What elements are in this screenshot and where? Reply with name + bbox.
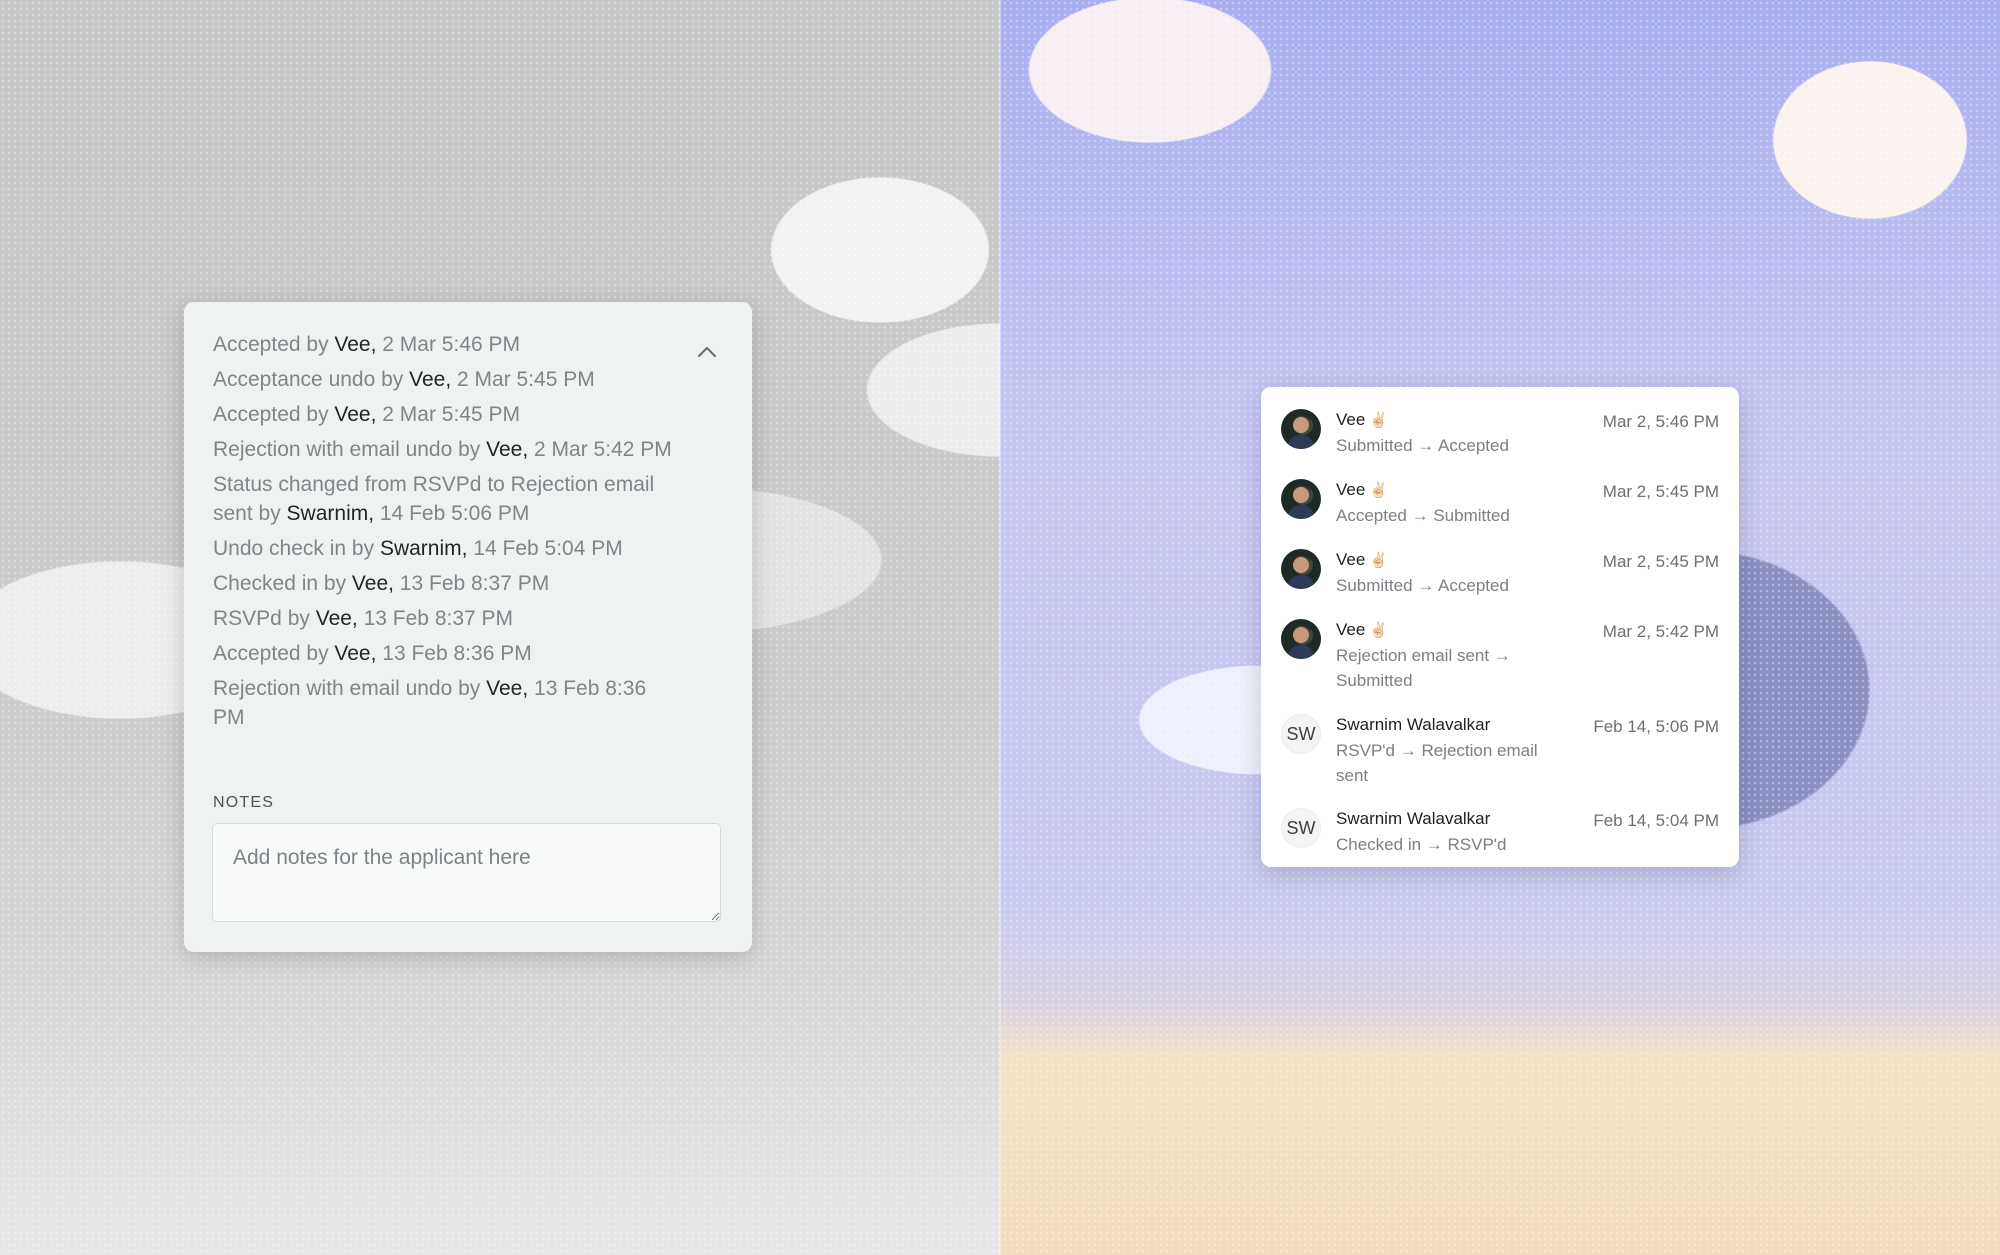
avatar <box>1281 549 1321 589</box>
history-author: Vee ✌🏻 <box>1336 620 1388 639</box>
activity-log-list: Accepted by Vee, 2 Mar 5:46 PM Acceptanc… <box>213 330 683 732</box>
avatar: SW <box>1281 808 1321 848</box>
log-entry: Accepted by Vee, 2 Mar 5:45 PM <box>213 403 521 426</box>
history-timestamp: Mar 2, 5:42 PM <box>1602 622 1719 641</box>
avatar-photo-icon <box>1287 624 1315 659</box>
history-change: Rejection email sent → Submitted <box>1336 646 1511 690</box>
collapse-button[interactable] <box>689 336 725 368</box>
avatar-photo-icon <box>1287 484 1315 519</box>
history-author: Vee ✌🏻 <box>1336 410 1388 429</box>
log-entry: Accepted by Vee, 13 Feb 8:36 PM <box>213 642 532 665</box>
log-entry: RSVPd by Vee, 13 Feb 8:37 PM <box>213 607 514 630</box>
avatar <box>1281 409 1321 449</box>
avatar <box>1281 479 1321 519</box>
chevron-up-icon <box>697 346 717 358</box>
history-change: Accepted → Submitted <box>1336 506 1510 525</box>
notes-textarea[interactable] <box>212 823 721 922</box>
history-author: Swarnim Walavalkar <box>1336 809 1491 828</box>
history-change: Submitted → Accepted <box>1336 576 1509 595</box>
notes-label: NOTES <box>213 794 275 811</box>
history-timestamp: Mar 2, 5:45 PM <box>1602 482 1719 501</box>
log-entry: Acceptance undo by Vee, 2 Mar 5:45 PM <box>213 368 595 391</box>
log-entry: Accepted by Vee, 2 Mar 5:46 PM <box>213 333 521 356</box>
avatar-photo-icon <box>1287 554 1315 589</box>
history-author: Vee ✌🏻 <box>1336 480 1388 499</box>
history-timestamp: Feb 14, 5:04 PM <box>1593 811 1719 830</box>
log-entry: Status changed from RSVPd to Rejection e… <box>213 473 655 525</box>
status-history-card: Vee ✌🏻 Submitted → Accepted Mar 2, 5:46 P… <box>1261 387 1739 867</box>
avatar <box>1281 619 1321 659</box>
log-entry: Rejection with email undo by Vee, 2 Mar … <box>213 438 672 461</box>
history-change: Checked in → RSVP'd <box>1336 835 1507 854</box>
avatar: SW <box>1281 714 1321 754</box>
history-change: RSVP'd → Rejection email sent <box>1336 741 1538 785</box>
history-change: Submitted → Accepted <box>1336 436 1509 455</box>
history-author: Vee ✌🏻 <box>1336 550 1388 569</box>
log-entry: Checked in by Vee, 13 Feb 8:37 PM <box>213 572 550 595</box>
history-timestamp: Feb 14, 5:06 PM <box>1593 717 1719 736</box>
history-author: Swarnim Walavalkar <box>1336 715 1491 734</box>
avatar-photo-icon <box>1287 414 1315 449</box>
history-timestamp: Mar 2, 5:46 PM <box>1602 412 1719 431</box>
image-divider <box>999 0 1001 1255</box>
history-timestamp: Mar 2, 5:45 PM <box>1602 552 1719 571</box>
log-entry: Rejection with email undo by Vee, 13 Feb… <box>213 677 647 729</box>
log-entry: Undo check in by Swarnim, 14 Feb 5:04 PM <box>213 537 623 560</box>
